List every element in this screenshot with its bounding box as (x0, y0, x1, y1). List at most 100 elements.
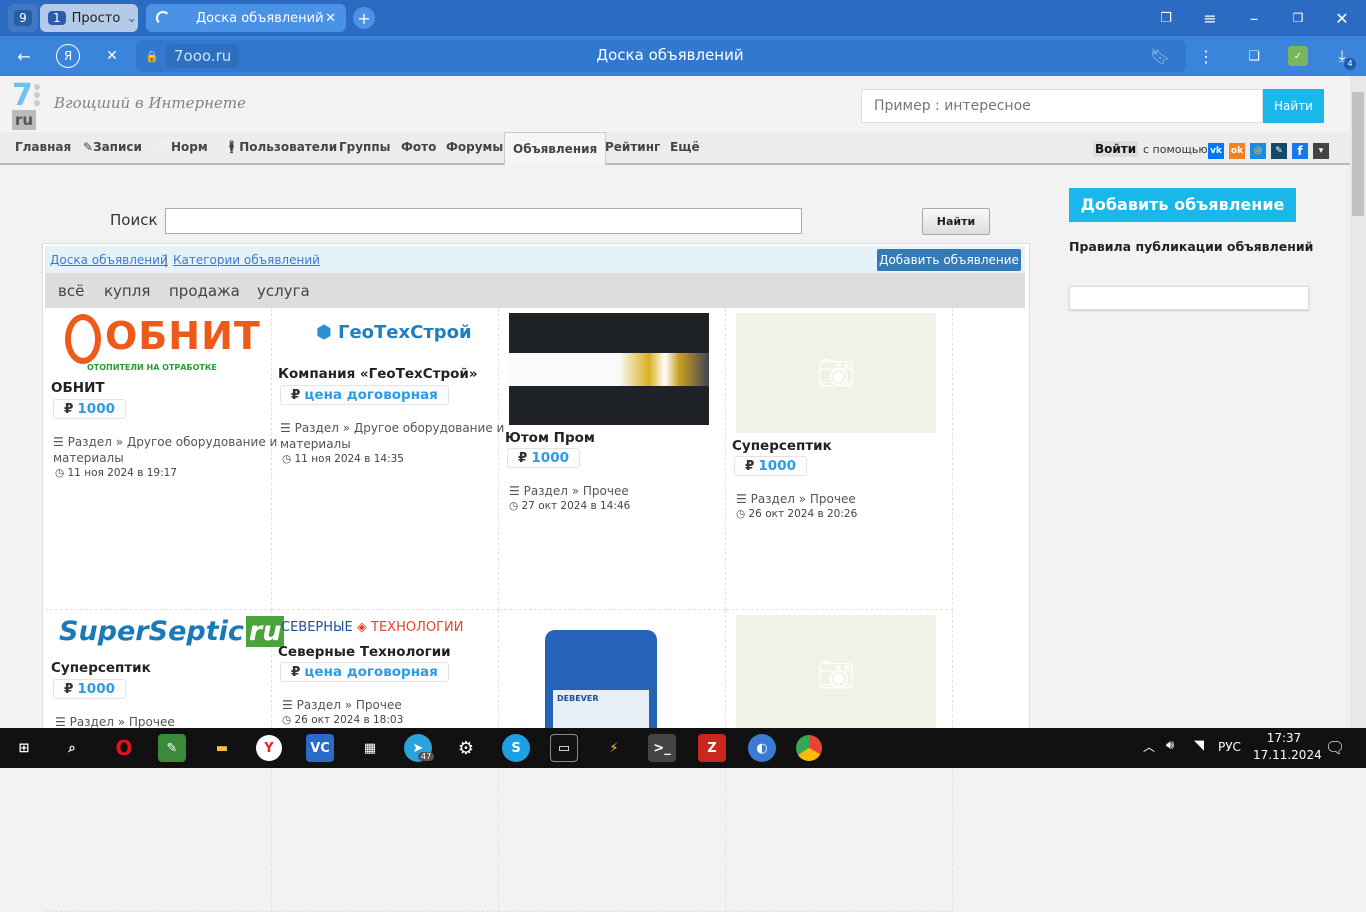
back-icon[interactable]: ← (12, 44, 36, 68)
clock-date[interactable]: 17.11.2024 (1253, 748, 1322, 762)
mail-icon[interactable]: @ (1250, 143, 1266, 159)
ad-title[interactable]: Суперсептик (51, 660, 151, 676)
ad-title[interactable]: Ютом Пром (505, 430, 595, 446)
tab-active[interactable]: Доска объявлений ✕ (146, 4, 346, 32)
rules-link[interactable]: Правила публикации объявлений (1069, 239, 1313, 254)
ad-category[interactable]: ☰ Раздел » Прочее (282, 697, 402, 713)
lj-icon[interactable]: ✎ (1271, 143, 1287, 159)
ad-category[interactable]: ☰ Раздел » Прочее (736, 491, 856, 507)
nav-posts[interactable]: ✎Записи (83, 132, 142, 163)
volume-icon[interactable]: 🔊︎ (1166, 738, 1174, 753)
nav-norm[interactable]: ♡ Норм (156, 132, 208, 163)
ad-title[interactable]: Компания «ГеоТехСтрой» (278, 366, 478, 382)
canister-image[interactable]: DEBEVER (545, 630, 657, 740)
tab-group[interactable]: 1 Просто ⌄ (40, 4, 138, 32)
ad-title[interactable]: Суперсептик (732, 438, 832, 454)
new-tab-button[interactable]: + (353, 7, 375, 29)
notifications-icon[interactable]: 🗨︎ (1325, 738, 1345, 757)
explorer-icon[interactable]: ▬ (208, 734, 236, 762)
ad-title[interactable]: Северные Технологии (278, 644, 451, 660)
tab-count-button[interactable]: 9 (8, 4, 38, 32)
search-icon[interactable]: ⌕ (58, 734, 86, 762)
ad-date: ◷ 26 окт 2024 в 20:26 (736, 508, 858, 520)
ad-card[interactable]: ОБНИТ ОТОПИТЕЛИ НА ОТРАБОТКЕ ОБНИТ ₽1000… (45, 308, 277, 610)
sublime-icon[interactable]: ⚡ (600, 734, 628, 762)
tray-chevron-icon[interactable]: ︿ (1143, 738, 1155, 755)
terminal-icon[interactable]: ▭ (550, 734, 578, 762)
nav-more[interactable]: Ещё (670, 132, 700, 163)
ad-category[interactable]: ☰ Раздел » Прочее (509, 483, 629, 499)
yandex-icon[interactable]: Я (56, 44, 80, 68)
language-indicator[interactable]: РУС (1218, 740, 1241, 754)
ok-icon[interactable]: ok (1229, 143, 1245, 159)
no-photo-placeholder[interactable]: 📷︎ (736, 615, 936, 735)
ad-card[interactable]: 📷︎ Суперсептик ₽1000 ☰ Раздел » Прочее ◷… (726, 308, 953, 610)
vk-icon[interactable]: vk (1208, 143, 1224, 159)
wifi-icon[interactable]: ◥ (1194, 738, 1204, 753)
network-app-icon[interactable]: ◐ (748, 734, 776, 762)
chrome-icon[interactable] (796, 735, 822, 761)
nav-users[interactable]: 🕴︎Пользователи (224, 132, 337, 163)
ad-card[interactable]: ⬢ ГеоТехСтрой Компания «ГеоТехСтрой» ₽ це… (272, 308, 504, 610)
breadcrumb-board[interactable]: Доска объявлений (50, 253, 168, 267)
diamond-icon: ◈ (356, 620, 367, 635)
ad-image[interactable] (509, 313, 709, 425)
scrollbar-thumb[interactable] (1352, 92, 1364, 216)
breadcrumb-categories[interactable]: Категории объявлений (173, 253, 320, 267)
bookmarks-icon[interactable]: ❐ (1156, 8, 1176, 28)
minimize-icon[interactable]: – (1244, 8, 1264, 28)
bookmark-icon[interactable]: 🔖︎ (1150, 46, 1170, 66)
clock-icon: ◷ (736, 508, 749, 520)
close-window-icon[interactable]: ✕ (1332, 8, 1352, 28)
clock-time[interactable]: 17:37 (1253, 731, 1315, 745)
collections-icon[interactable]: ❏ (1244, 46, 1264, 66)
filter-buy[interactable]: купля (104, 282, 150, 300)
yandex-browser-icon[interactable]: Y (256, 735, 282, 761)
skype-icon[interactable]: S (502, 734, 530, 762)
site-search-input[interactable] (861, 89, 1263, 123)
ad-card[interactable]: Ютом Пром ₽1000 ☰ Раздел » Прочее ◷ 27 о… (499, 308, 726, 610)
ad-category[interactable]: ☰ Раздел » Другое оборудование и материа… (280, 420, 505, 452)
camera-icon: 📷︎ (816, 355, 856, 391)
start-icon[interactable]: ⊞ (10, 734, 38, 762)
site-logo[interactable]: 7 ru (12, 78, 48, 132)
nav-rating[interactable]: Рейтинг (605, 132, 660, 163)
url-domain[interactable]: 7ooo.ru (166, 44, 240, 68)
filezilla-icon[interactable]: Z (698, 734, 726, 762)
facebook-icon[interactable]: f (1292, 143, 1308, 159)
no-photo-placeholder[interactable]: 📷︎ (736, 313, 936, 433)
close-icon[interactable]: ✕ (325, 11, 336, 26)
ad-title[interactable]: ОБНИТ (51, 380, 105, 396)
powershell-icon[interactable]: >_ (648, 734, 676, 762)
board-search-input[interactable] (165, 208, 802, 234)
nav-home[interactable]: Главная (15, 132, 71, 163)
vpn-icon[interactable]: VC (306, 734, 334, 762)
settings-icon[interactable]: ⚙ (452, 734, 480, 762)
ad-category[interactable]: ☰ Раздел » Другое оборудование и материа… (53, 434, 283, 466)
more-icon[interactable]: ⋮ (1196, 46, 1216, 66)
stop-icon[interactable]: ✕ (100, 44, 124, 68)
list-icon: ☰ (53, 435, 68, 449)
restore-icon[interactable]: ❐ (1288, 8, 1308, 28)
menu-icon[interactable]: ≡ (1200, 8, 1220, 28)
notepad-icon[interactable]: ✎ (158, 734, 186, 762)
opera-icon[interactable]: O (110, 734, 138, 762)
login-button[interactable]: Войти (1093, 141, 1139, 157)
board-search-label: Поиск (110, 211, 158, 229)
filter-sell[interactable]: продажа (169, 282, 240, 300)
add-ad-small-button[interactable]: Добавить объявление (877, 249, 1021, 271)
board-search-button[interactable]: Найти (922, 208, 990, 235)
lock-icon[interactable]: 🔒 (142, 46, 162, 66)
site-search-button[interactable]: Найти (1263, 89, 1324, 123)
calculator-icon[interactable]: ▦ (356, 734, 384, 762)
extension-icon[interactable]: ✓ (1288, 46, 1308, 66)
nav-photo[interactable]: Фото (401, 132, 436, 163)
add-ad-button[interactable]: Добавить объявление (1069, 188, 1296, 222)
nav-forums[interactable]: Форумы (446, 132, 503, 163)
filter-service[interactable]: услуга (257, 282, 310, 300)
nav-groups[interactable]: Группы (339, 132, 391, 163)
nav-ads[interactable]: Объявления (504, 132, 607, 165)
filter-all[interactable]: всё (58, 282, 84, 300)
more-socials-icon[interactable]: ▾ (1313, 143, 1329, 159)
ad-date: ◷ 11 ноя 2024 в 19:17 (55, 467, 177, 479)
